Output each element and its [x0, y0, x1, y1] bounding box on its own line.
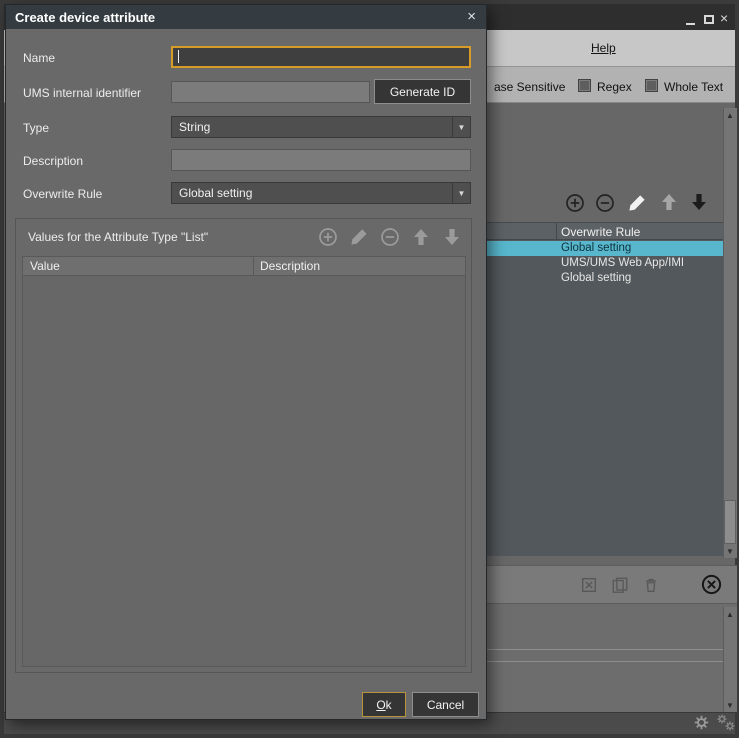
table-header: Overwrite Rule: [487, 222, 723, 240]
scroll-up-icon[interactable]: ▲: [723, 108, 737, 122]
type-selected-value: String: [179, 120, 210, 134]
divider: [487, 661, 723, 662]
edit-pencil-icon[interactable]: [627, 193, 647, 213]
table-row[interactable]: Global setting: [487, 271, 723, 286]
scroll-down-icon[interactable]: ▼: [723, 698, 737, 712]
row-text: UMS/UMS Web App/IMI: [561, 257, 684, 269]
row-text: Global setting: [561, 242, 631, 254]
generate-id-label: Generate ID: [390, 85, 455, 99]
regex-label: Regex: [597, 80, 632, 94]
whole-text-label: Whole Text: [664, 80, 723, 94]
scrollbar[interactable]: [723, 607, 737, 712]
whole-text-checkbox[interactable]: [645, 79, 658, 92]
scroll-up-icon[interactable]: ▲: [723, 607, 737, 621]
lower-panel: [487, 604, 737, 712]
chevron-down-icon[interactable]: ▼: [452, 117, 470, 137]
cancel-circle-x-icon[interactable]: [701, 574, 722, 595]
table-row[interactable]: Global setting: [487, 241, 723, 256]
value-move-up-icon[interactable]: [411, 227, 431, 247]
dialog-titlebar: Create device attribute ×: [6, 5, 486, 29]
overwrite-rule-column-header[interactable]: Overwrite Rule: [561, 225, 640, 239]
table-body: Global setting UMS/UMS Web App/IMI Globa…: [487, 240, 723, 556]
value-column-header[interactable]: Value: [30, 259, 60, 273]
value-move-down-icon[interactable]: [442, 227, 462, 247]
ums-identifier-label: UMS internal identifier: [23, 86, 141, 100]
name-input[interactable]: [171, 46, 471, 68]
move-up-icon[interactable]: [659, 192, 679, 212]
values-table-body: [22, 276, 466, 667]
column-divider[interactable]: [253, 257, 254, 275]
table-row[interactable]: UMS/UMS Web App/IMI: [487, 256, 723, 271]
remove-icon[interactable]: [595, 193, 615, 213]
row-text: Global setting: [561, 272, 631, 284]
name-label: Name: [23, 51, 55, 65]
scroll-down-icon[interactable]: ▼: [723, 544, 737, 558]
ok-label: Ok: [376, 698, 391, 712]
create-device-attribute-dialog: Create device attribute × Name UMS inter…: [5, 4, 487, 720]
scrollbar[interactable]: [723, 108, 737, 558]
description-label: Description: [23, 154, 83, 168]
cancel-button[interactable]: Cancel: [412, 692, 479, 717]
cancel-label: Cancel: [427, 698, 464, 712]
type-label: Type: [23, 121, 49, 135]
generate-id-button[interactable]: Generate ID: [374, 79, 471, 104]
values-table-header: Value Description: [22, 256, 466, 276]
chevron-down-icon[interactable]: ▼: [452, 183, 470, 203]
edit-value-pencil-icon[interactable]: [349, 227, 369, 247]
type-select[interactable]: String ▼: [171, 116, 471, 138]
dialog-close-icon[interactable]: ×: [467, 8, 476, 25]
delete-trash-icon[interactable]: [642, 576, 660, 594]
remove-value-icon[interactable]: [380, 227, 400, 247]
overwrite-rule-select[interactable]: Global setting ▼: [171, 182, 471, 204]
maximize-icon[interactable]: [704, 15, 714, 24]
description-input[interactable]: [171, 149, 471, 171]
copy-icon[interactable]: [611, 576, 629, 594]
divider: [487, 649, 723, 650]
minimize-icon[interactable]: [686, 23, 695, 25]
values-panel: Values for the Attribute Type "List" Val…: [15, 218, 472, 673]
overwrite-rule-selected-value: Global setting: [179, 186, 252, 200]
overwrite-rule-label: Overwrite Rule: [23, 187, 102, 201]
case-sensitive-label: ase Sensitive: [494, 80, 565, 94]
add-icon[interactable]: [565, 193, 585, 213]
help-button[interactable]: Help: [591, 41, 616, 55]
ums-identifier-input[interactable]: [171, 81, 370, 103]
screen: × Help ase Sensitive Regex Whole Text O: [0, 0, 739, 738]
clear-selection-icon[interactable]: [580, 576, 598, 594]
column-divider: [556, 223, 557, 241]
gear-icon: [694, 715, 709, 730]
window-close-icon[interactable]: ×: [720, 10, 728, 26]
dialog-title: Create device attribute: [15, 10, 155, 25]
ok-button[interactable]: Ok: [362, 692, 406, 717]
scrollbar-thumb[interactable]: [724, 500, 736, 544]
move-down-icon[interactable]: [689, 192, 709, 212]
gear-icon: [725, 721, 735, 731]
values-panel-title: Values for the Attribute Type "List": [28, 230, 208, 244]
regex-checkbox[interactable]: [578, 79, 591, 92]
description-column-header[interactable]: Description: [260, 259, 320, 273]
add-value-icon[interactable]: [318, 227, 338, 247]
text-caret: [178, 50, 179, 63]
